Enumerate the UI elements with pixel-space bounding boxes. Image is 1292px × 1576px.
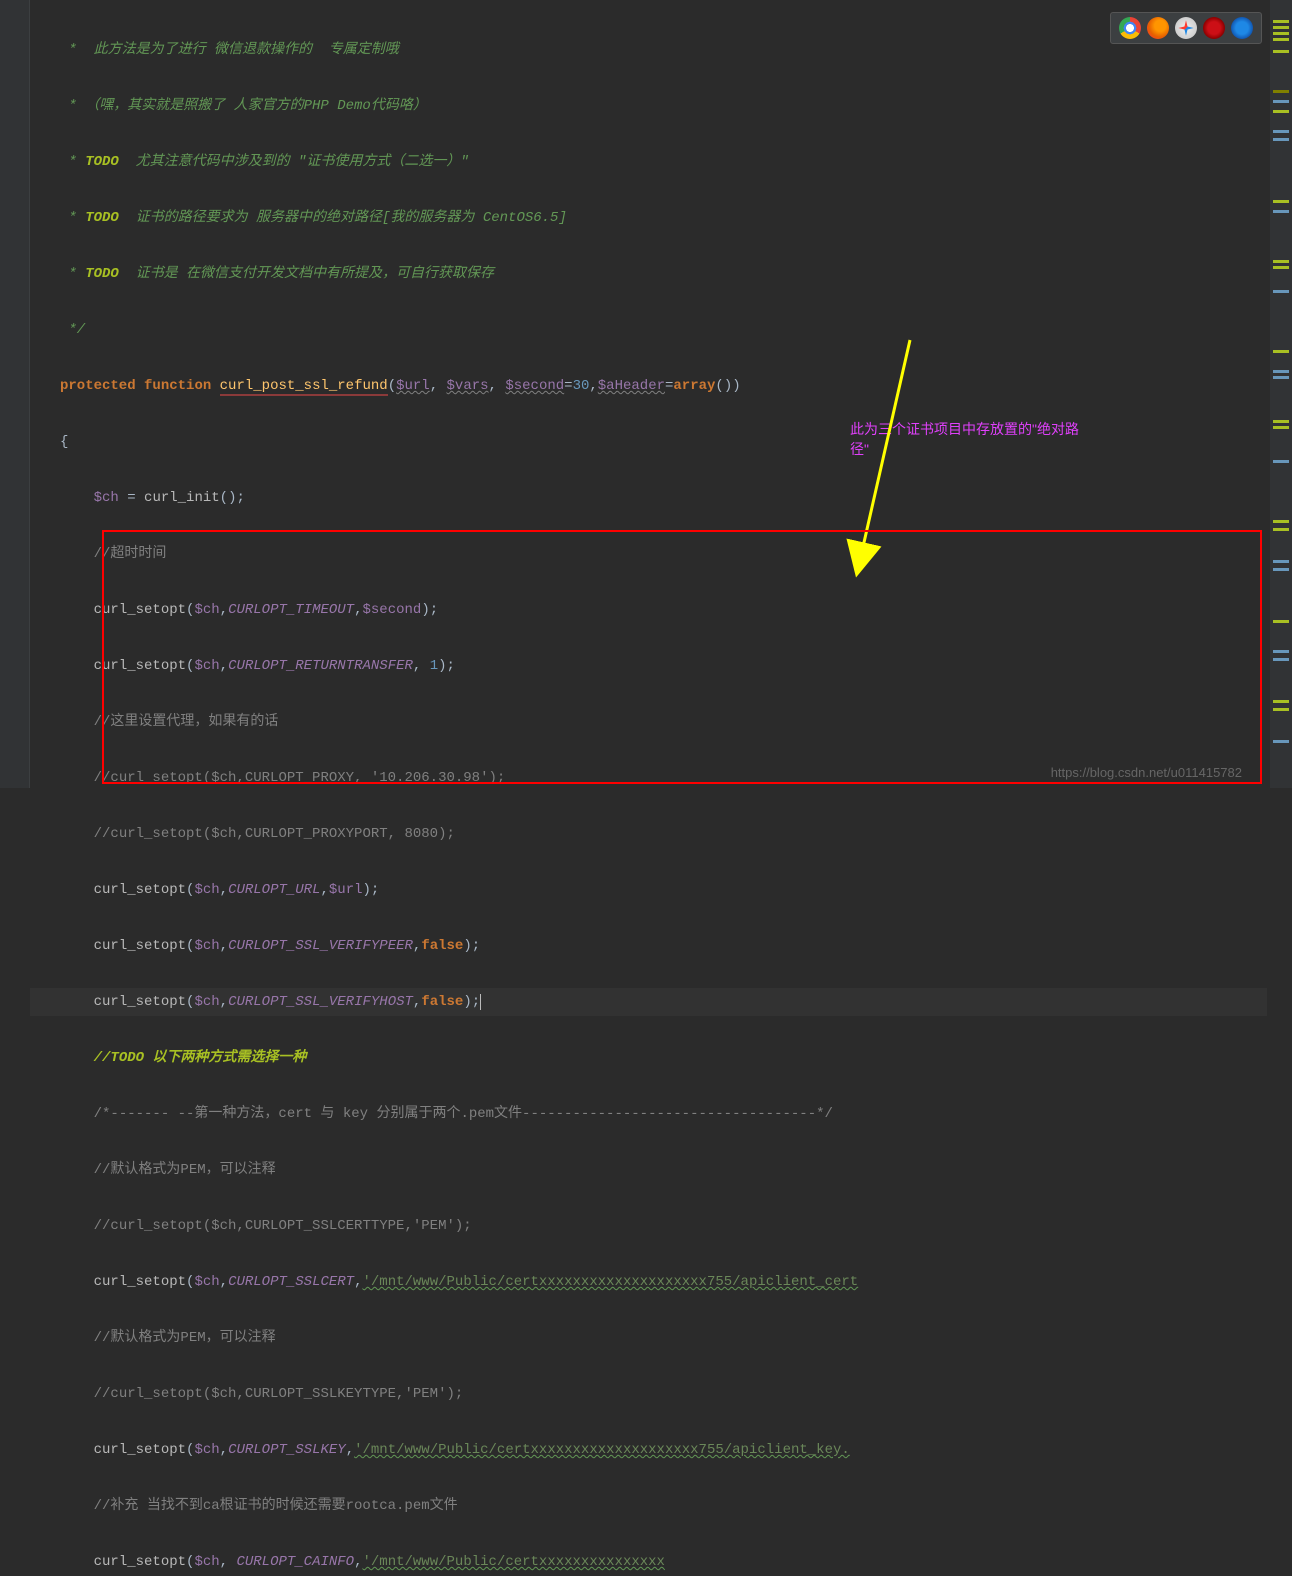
safari-icon[interactable] bbox=[1175, 17, 1197, 39]
doc-comment: * TODO 证书的路径要求为 服务器中的绝对路径[我的服务器为 CentOS6… bbox=[60, 210, 567, 226]
code-line: curl_setopt($ch,CURLOPT_RETURNTRANSFER, … bbox=[30, 652, 1267, 680]
code-line-current: curl_setopt($ch,CURLOPT_SSL_VERIFYHOST,f… bbox=[30, 988, 1267, 1016]
code-line: curl_setopt($ch,CURLOPT_SSLKEY,'/mnt/www… bbox=[30, 1436, 1267, 1464]
watermark-text: https://blog.csdn.net/u011415782 bbox=[1051, 765, 1242, 780]
opera-icon[interactable] bbox=[1203, 17, 1225, 39]
doc-comment: * 此方法是为了进行 微信退款操作的 专属定制哦 bbox=[60, 42, 399, 58]
browser-preview-toolbar bbox=[1110, 12, 1262, 44]
editor-gutter bbox=[0, 0, 30, 788]
function-signature: protected function curl_post_ssl_refund(… bbox=[30, 372, 1267, 400]
comment-line: //curl_setopt($ch,CURLOPT_SSLKEYTYPE,'PE… bbox=[30, 1380, 1267, 1408]
code-editor[interactable]: * 此方法是为了进行 微信退款操作的 专属定制哦 * （嘿，其实就是照搬了 人家… bbox=[30, 0, 1267, 788]
doc-comment: * （嘿，其实就是照搬了 人家官方的PHP Demo代码咯） bbox=[60, 98, 427, 114]
open-brace: { bbox=[30, 428, 1267, 456]
doc-comment: * TODO 尤其注意代码中涉及到的 "证书使用方式（二选一）" bbox=[60, 154, 469, 170]
ie-icon[interactable] bbox=[1231, 17, 1253, 39]
comment-line: //这里设置代理，如果有的话 bbox=[30, 708, 1267, 736]
comment-line: //curl_setopt($ch,CURLOPT_PROXYPORT, 808… bbox=[30, 820, 1267, 848]
minimap-scrollbar[interactable] bbox=[1270, 0, 1292, 788]
doc-comment: * TODO 证书是 在微信支付开发文档中有所提及，可自行获取保存 bbox=[60, 266, 494, 282]
comment-line: //curl_setopt($ch,CURLOPT_SSLCERTTYPE,'P… bbox=[30, 1212, 1267, 1240]
comment-line: //默认格式为PEM，可以注释 bbox=[30, 1324, 1267, 1352]
chrome-icon[interactable] bbox=[1119, 17, 1141, 39]
comment-line: //TODO 以下两种方式需选择一种 bbox=[30, 1044, 1267, 1072]
doc-comment-end: */ bbox=[60, 322, 85, 338]
code-line: curl_setopt($ch,CURLOPT_SSL_VERIFYPEER,f… bbox=[30, 932, 1267, 960]
code-line: curl_setopt($ch,CURLOPT_URL,$url); bbox=[30, 876, 1267, 904]
comment-line: //超时时间 bbox=[30, 540, 1267, 568]
code-line: $ch = curl_init(); bbox=[30, 484, 1267, 512]
comment-line: //补充 当找不到ca根证书的时候还需要rootca.pem文件 bbox=[30, 1492, 1267, 1520]
comment-line: /*------- --第一种方法，cert 与 key 分别属于两个.pem文… bbox=[30, 1100, 1267, 1128]
code-line: curl_setopt($ch,CURLOPT_SSLCERT,'/mnt/ww… bbox=[30, 1268, 1267, 1296]
annotation-label: 此为三个证书项目中存放置的"绝对路径" bbox=[850, 420, 1079, 459]
code-line: curl_setopt($ch,CURLOPT_TIMEOUT,$second)… bbox=[30, 596, 1267, 624]
comment-line: //默认格式为PEM，可以注释 bbox=[30, 1156, 1267, 1184]
code-line: curl_setopt($ch, CURLOPT_CAINFO,'/mnt/ww… bbox=[30, 1548, 1267, 1576]
firefox-icon[interactable] bbox=[1147, 17, 1169, 39]
